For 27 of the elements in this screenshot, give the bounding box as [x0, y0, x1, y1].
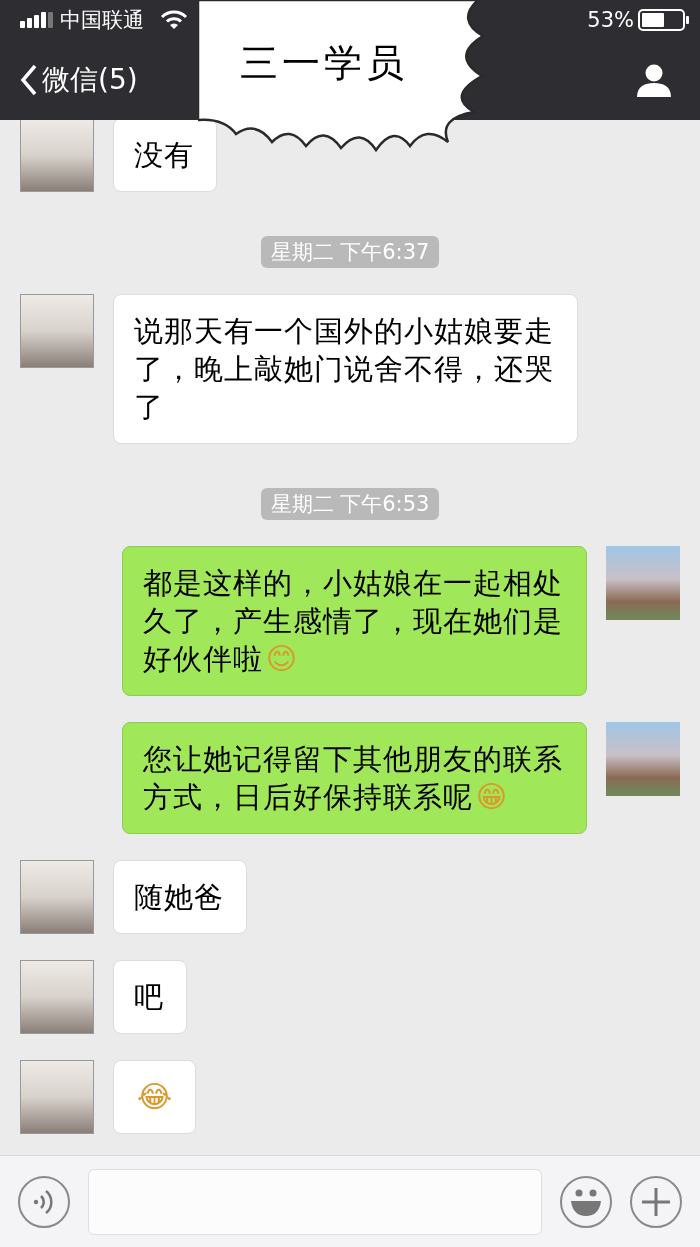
signal-icon: [20, 12, 54, 28]
message-bubble: 您让她记得留下其他朋友的联系方式，日后好保持联系呢😁: [122, 722, 587, 834]
message-bubble: 说那天有一个国外的小姑娘要走了，晚上敲她门说舍不得，还哭了: [113, 294, 578, 444]
message-bubble: 没有: [113, 118, 217, 192]
wifi-icon: [160, 10, 188, 30]
timestamp: 星期二 下午6:53: [260, 488, 440, 520]
message-bubble: 吧: [113, 960, 187, 1034]
timestamp: 星期二 下午6:37: [260, 236, 440, 268]
carrier-name: 中国联通: [60, 7, 144, 34]
battery-icon: [638, 9, 690, 31]
message-bubble: 都是这样的，小姑娘在一起相处久了，产生感情了，现在她们是好伙伴啦😊: [122, 546, 587, 696]
avatar-photo-placeholder[interactable]: [20, 118, 94, 192]
emoji: 😊: [266, 641, 299, 676]
message-bubble: 随她爸: [113, 860, 247, 934]
emoji-button[interactable]: [560, 1175, 612, 1228]
message-input[interactable]: [88, 1168, 542, 1235]
chat-title: 三一学员: [240, 40, 408, 87]
battery-percentage: 53%: [587, 8, 634, 32]
voice-button[interactable]: [18, 1175, 70, 1228]
plus-icon: [641, 1186, 671, 1217]
voice-icon: [33, 1188, 55, 1215]
emoji: 😂: [137, 1079, 174, 1114]
add-button[interactable]: [630, 1175, 682, 1228]
chevron-left-icon: [20, 64, 38, 96]
person-icon[interactable]: [636, 62, 672, 98]
emoji: 😁: [476, 779, 509, 814]
back-button[interactable]: 微信(5): [20, 61, 138, 99]
